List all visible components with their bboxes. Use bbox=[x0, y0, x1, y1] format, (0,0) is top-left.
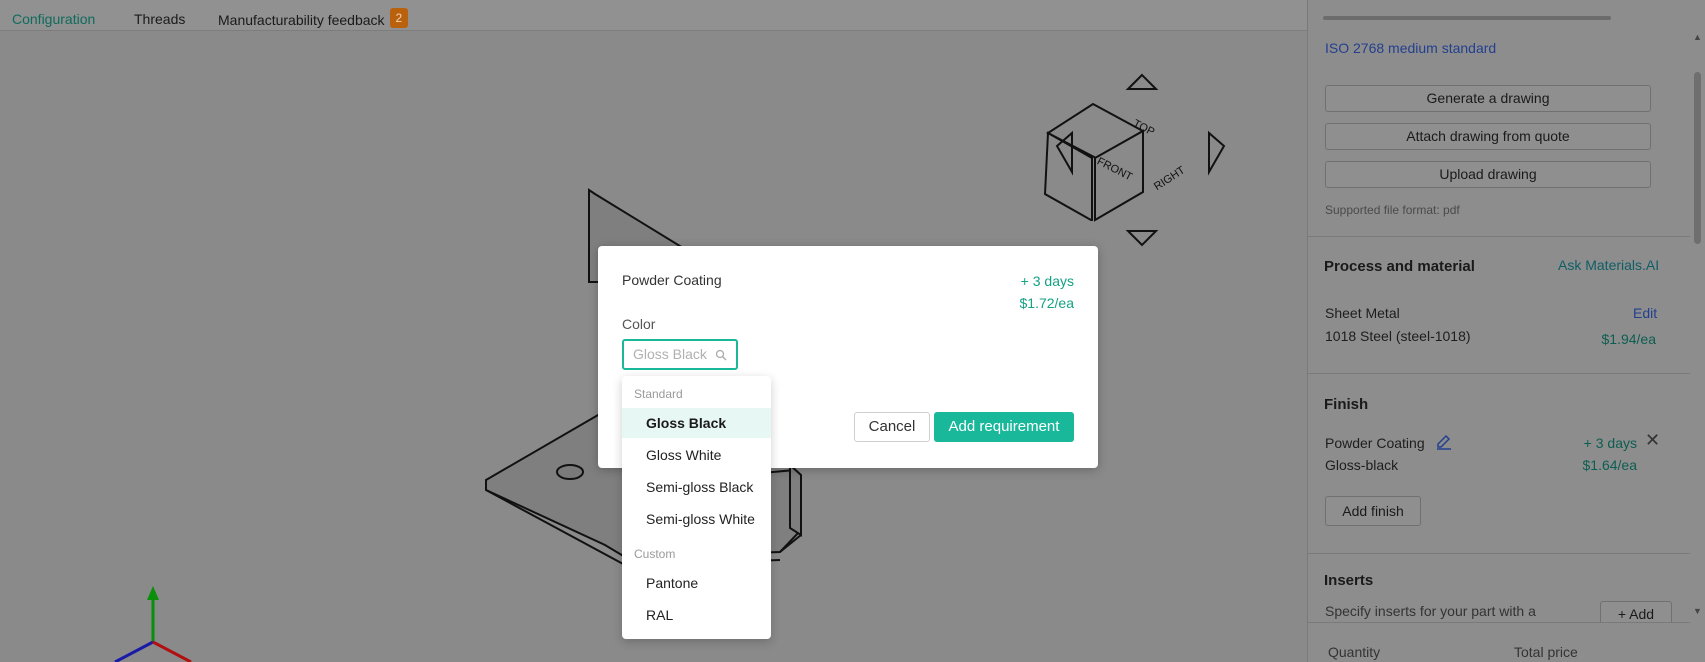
search-icon bbox=[715, 349, 727, 361]
process-name: Sheet Metal bbox=[1325, 305, 1400, 321]
supported-format-text: Supported file format: pdf bbox=[1325, 203, 1460, 217]
generate-drawing-button[interactable]: Generate a drawing bbox=[1325, 85, 1651, 112]
upload-drawing-button[interactable]: Upload drawing bbox=[1325, 161, 1651, 188]
finish-heading: Finish bbox=[1324, 396, 1369, 413]
section-divider bbox=[1308, 553, 1691, 554]
color-option-semi-gloss-black[interactable]: Semi-gloss Black bbox=[622, 472, 771, 502]
total-price-label: Total price bbox=[1514, 644, 1578, 660]
color-label: Color bbox=[622, 316, 656, 332]
tab-configuration[interactable]: Configuration bbox=[12, 11, 95, 27]
finish-name: Powder Coating bbox=[1325, 435, 1425, 451]
quantity-label: Quantity bbox=[1328, 644, 1381, 660]
remove-finish-icon[interactable]: ✕ bbox=[1645, 430, 1660, 451]
color-option-ral[interactable]: RAL bbox=[622, 600, 771, 630]
color-search-input[interactable] bbox=[633, 341, 713, 367]
panel-scrollbar[interactable]: ▲ ▼ bbox=[1690, 0, 1705, 662]
bracket-hole bbox=[556, 464, 584, 480]
modal-title: Powder Coating bbox=[622, 272, 722, 288]
view-rotate-up-icon[interactable] bbox=[1125, 73, 1159, 90]
dropdown-group-custom: Custom bbox=[634, 547, 676, 561]
process-material-heading: Process and material bbox=[1324, 258, 1475, 275]
cancel-button[interactable]: Cancel bbox=[854, 412, 930, 442]
color-dropdown: Standard Gloss Black Gloss White Semi-gl… bbox=[622, 376, 771, 639]
right-panel: ISO 2768 medium standard Generate a draw… bbox=[1307, 0, 1691, 662]
inserts-heading: Inserts bbox=[1324, 572, 1374, 589]
color-option-gloss-black[interactable]: Gloss Black bbox=[622, 408, 771, 438]
ask-materials-ai-link[interactable]: Ask Materials.AI bbox=[1558, 257, 1659, 273]
tab-manufacturability-feedback[interactable]: Manufacturability feedback 2 bbox=[218, 8, 409, 31]
section-divider bbox=[1308, 373, 1691, 374]
scrollbar-thumb[interactable] bbox=[1694, 72, 1701, 244]
tab-threads[interactable]: Threads bbox=[134, 11, 185, 27]
color-search-field[interactable] bbox=[622, 339, 738, 370]
bracket-side-flange bbox=[789, 462, 802, 537]
add-requirement-button[interactable]: Add requirement bbox=[934, 412, 1074, 442]
view-rotate-down-icon[interactable] bbox=[1125, 230, 1159, 247]
modal-price: $1.72/ea bbox=[1019, 295, 1075, 311]
edit-finish-icon[interactable] bbox=[1435, 433, 1453, 451]
price-footer: Quantity Total price bbox=[1308, 623, 1691, 662]
color-option-semi-gloss-white[interactable]: Semi-gloss White bbox=[622, 504, 771, 534]
attach-drawing-button[interactable]: Attach drawing from quote bbox=[1325, 123, 1651, 150]
finish-days: + 3 days bbox=[1583, 435, 1637, 451]
material-name: 1018 Steel (steel-1018) bbox=[1325, 328, 1471, 344]
truncated-description bbox=[1323, 12, 1683, 22]
iso-standard-link[interactable]: ISO 2768 medium standard bbox=[1325, 40, 1496, 56]
add-finish-button[interactable]: Add finish bbox=[1325, 496, 1421, 526]
inserts-description: Specify inserts for your part with a bbox=[1325, 603, 1536, 619]
color-option-gloss-white[interactable]: Gloss White bbox=[622, 440, 771, 470]
scroll-up-icon[interactable]: ▲ bbox=[1693, 32, 1702, 42]
tab-bar: Configuration Threads Manufacturability … bbox=[0, 0, 1307, 31]
finish-price: $1.64/ea bbox=[1582, 457, 1638, 473]
scroll-down-icon[interactable]: ▼ bbox=[1693, 606, 1702, 616]
tab-manufacturability-label: Manufacturability feedback bbox=[218, 12, 385, 28]
axis-triad-icon bbox=[114, 586, 192, 662]
dropdown-group-standard: Standard bbox=[634, 387, 683, 401]
modal-lead-time: + 3 days bbox=[1020, 273, 1074, 289]
feedback-count-badge: 2 bbox=[389, 8, 409, 28]
view-rotate-right-icon[interactable] bbox=[1208, 130, 1226, 176]
finish-color: Gloss-black bbox=[1325, 457, 1399, 473]
color-option-pantone[interactable]: Pantone bbox=[622, 568, 771, 598]
material-price: $1.94/ea bbox=[1601, 331, 1657, 347]
view-cube-right-label: RIGHT bbox=[1152, 164, 1187, 193]
edit-process-link[interactable]: Edit bbox=[1633, 305, 1657, 321]
section-divider bbox=[1308, 236, 1691, 237]
